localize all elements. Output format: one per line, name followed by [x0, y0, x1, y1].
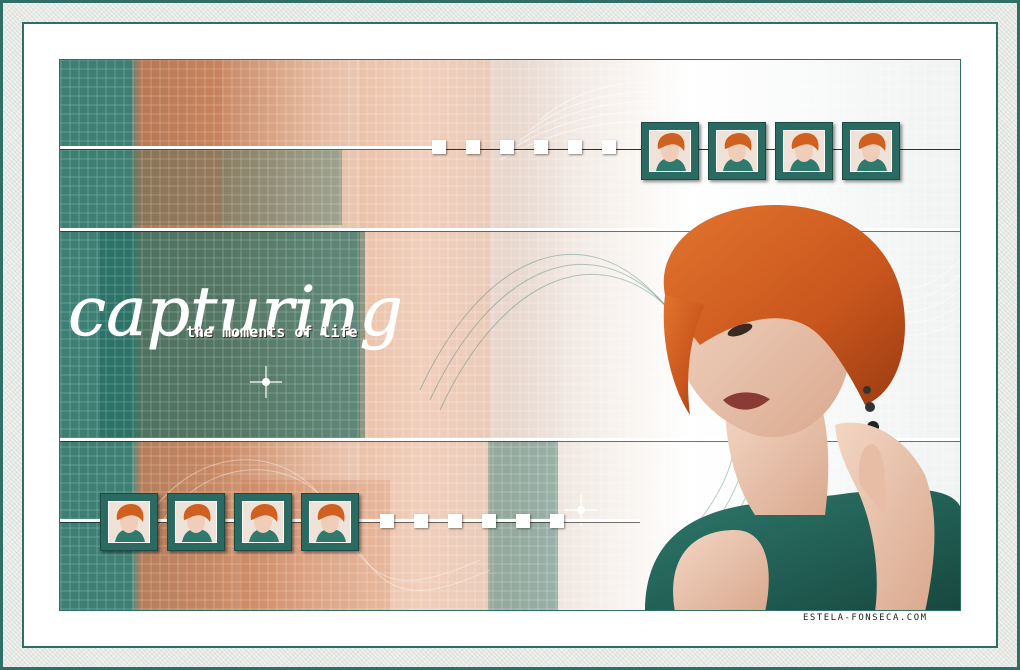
portrait-thumbnail — [775, 122, 833, 180]
deco-square — [380, 514, 394, 528]
portrait-thumbnail — [100, 493, 158, 551]
deco-square — [432, 140, 446, 154]
thumbnail-picture — [649, 130, 691, 172]
deco-square — [534, 140, 548, 154]
deco-square — [414, 514, 428, 528]
thumbnail-picture — [242, 501, 284, 543]
artwork-canvas: capturing the moments of life — [59, 59, 961, 611]
top-line-left — [60, 146, 440, 149]
deco-square — [602, 140, 616, 154]
deco-square — [466, 140, 480, 154]
woman-portrait — [645, 205, 960, 610]
thumbnail-picture — [108, 501, 150, 543]
portrait-thumbnail — [234, 493, 292, 551]
thumbnail-picture — [175, 501, 217, 543]
title-group: capturing the moments of life — [60, 255, 500, 385]
portrait-thumbnail — [167, 493, 225, 551]
deco-square — [516, 514, 530, 528]
portrait-thumbnail — [708, 122, 766, 180]
script-title: capturing — [68, 273, 403, 353]
deco-square — [448, 514, 462, 528]
thumbnail-picture — [850, 130, 892, 172]
deco-square — [500, 140, 514, 154]
thumbnail-picture — [783, 130, 825, 172]
deco-square — [482, 514, 496, 528]
subtitle: the moments of life — [186, 323, 358, 341]
portrait-thumbnail — [842, 122, 900, 180]
thumbnail-picture — [716, 130, 758, 172]
deco-square — [568, 140, 582, 154]
portrait-thumbnail — [641, 122, 699, 180]
watermark: ESTELA-FONSECA.COM — [803, 613, 928, 623]
portrait-thumbnail — [301, 493, 359, 551]
deco-square — [550, 514, 564, 528]
thumbnail-picture — [309, 501, 351, 543]
